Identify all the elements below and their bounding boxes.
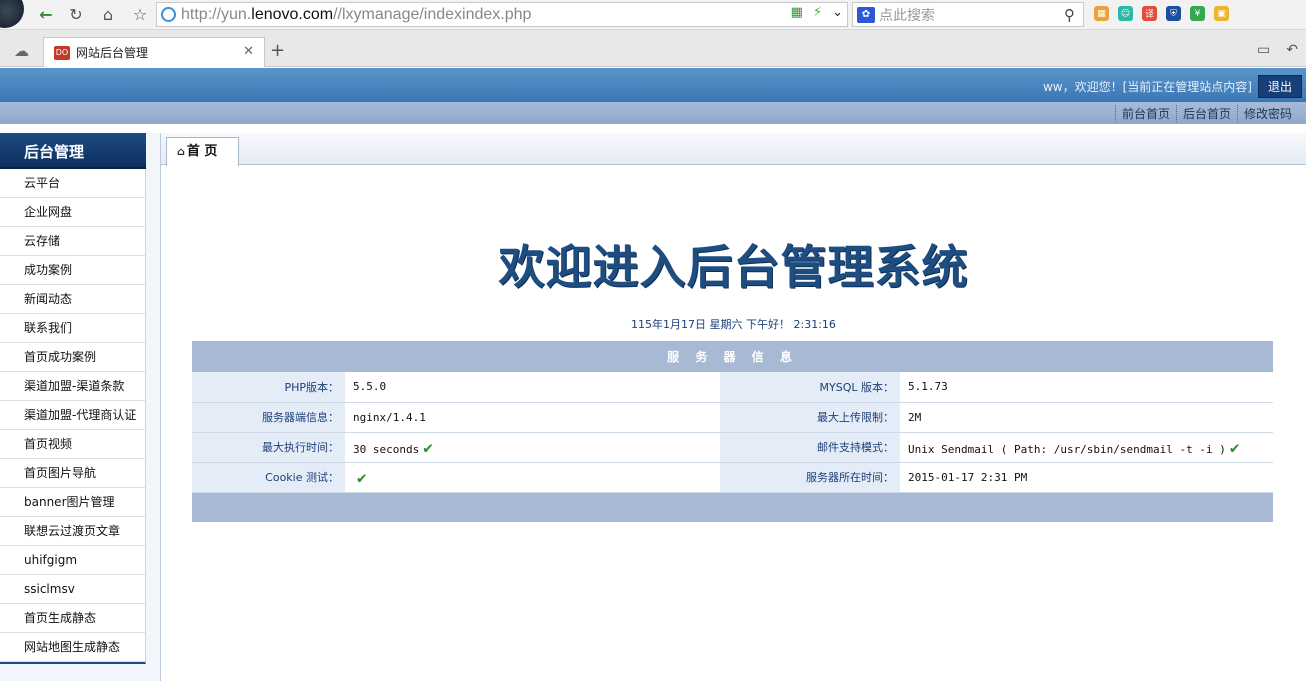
sidebar-item-uhifgigm[interactable]: uhifgigm — [0, 546, 145, 575]
max-exec-time-label: 最大执行时间： — [192, 432, 345, 463]
sidebar-item-contact[interactable]: 联系我们 — [0, 314, 145, 343]
sidebar-item-home-video[interactable]: 首页视频 — [0, 430, 145, 459]
sidebar-item-sitemap-static[interactable]: 网站地图生成静态 — [0, 633, 145, 662]
server-time-label: 服务器所在时间： — [720, 462, 900, 493]
server-time-value: 2015-01-17 2:31 PM — [900, 462, 1273, 493]
tab-home[interactable]: ⌂ 首 页 — [166, 137, 239, 166]
sidebar-item-cloud-platform[interactable]: 云平台 — [0, 169, 145, 198]
nav-frontend-home[interactable]: 前台首页 — [1114, 105, 1176, 122]
max-exec-time-value: 30 seconds — [353, 442, 420, 456]
sidebar-item-ssiclmsv[interactable]: ssiclmsv — [0, 575, 145, 604]
sidebar-menu: 云平台 企业网盘 云存储 成功案例 新闻动态 联系我们 首页成功案例 渠道加盟-… — [0, 169, 146, 664]
url-path: //lxymanage/indexindex.php — [333, 5, 532, 23]
browser-tab-strip: ☁ DO 网站后台管理 ✕ + ▭ ↶ — [0, 30, 1306, 67]
server-software-value: nginx/1.4.1 — [345, 402, 720, 433]
cookie-test-cell: ✔ — [345, 462, 720, 493]
new-tab-plus-icon[interactable]: + — [270, 40, 285, 61]
php-version-label: PHP版本： — [192, 372, 345, 403]
sidebar: 后台管理 云平台 企业网盘 云存储 成功案例 新闻动态 联系我们 首页成功案例 … — [0, 133, 161, 681]
sidebar-item-channel-terms[interactable]: 渠道加盟-渠道条款 — [0, 372, 145, 401]
sidebar-item-enterprise-disk[interactable]: 企业网盘 — [0, 198, 145, 227]
sidebar-item-cloud-storage[interactable]: 云存储 — [0, 227, 145, 256]
search-placeholder[interactable]: 点此搜索 — [879, 5, 935, 25]
undo-close-icon[interactable]: ↶ — [1286, 42, 1298, 58]
server-info-title: 服 务 器 信 息 — [192, 341, 1273, 372]
apps-grid-icon[interactable]: ▦ — [1094, 6, 1109, 21]
mail-mode-label: 邮件支持模式： — [720, 432, 900, 463]
bookmark-star-icon[interactable]: ☆ — [128, 3, 152, 25]
max-exec-time-cell: 30 seconds ✔ — [345, 432, 720, 463]
refresh-icon[interactable]: ↻ — [64, 3, 88, 25]
cloud-icon[interactable]: ☁ — [14, 42, 29, 60]
yuan-icon[interactable]: ¥ — [1190, 6, 1205, 21]
cookie-test-label: Cookie 测试： — [192, 462, 345, 493]
extension-face-icon[interactable]: ☺ — [1118, 6, 1133, 21]
mail-mode-cell: Unix Sendmail ( Path: /usr/sbin/sendmail… — [900, 432, 1273, 463]
browser-toolbar: ← ↻ ⌂ ☆ http://yun.lenovo.com//lxymanage… — [0, 0, 1306, 30]
url-prefix: http://yun. — [181, 5, 252, 23]
search-icon[interactable]: ⚲ — [1064, 6, 1075, 24]
chevron-down-icon[interactable]: ⌄ — [832, 5, 843, 20]
favicon-icon: DO — [54, 45, 70, 60]
sidebar-item-agent-cert[interactable]: 渠道加盟-代理商认证 — [0, 401, 145, 430]
checkmark-icon: ✔ — [423, 437, 433, 457]
home-icon[interactable]: ⌂ — [96, 3, 120, 25]
main-content: ⌂ 首 页 欢迎进入后台管理系统 115年1月17日 星期六 下午好！ 2:31:… — [161, 133, 1306, 681]
baidu-paw-icon[interactable]: ✿ — [857, 6, 875, 23]
server-info-table: 服 务 器 信 息 PHP版本： 5.5.0 MYSQL 版本： 5.1.73 … — [192, 341, 1273, 522]
address-bar[interactable]: http://yun.lenovo.com//lxymanage/indexin… — [156, 2, 848, 27]
shield-icon[interactable]: ⛨ — [1166, 6, 1181, 21]
nav-backend-home[interactable]: 后台首页 — [1175, 105, 1237, 122]
table-row: 服务器端信息： nginx/1.4.1 最大上传限制： 2M — [192, 402, 1273, 433]
site-header: ww，欢迎您！[当前正在管理站点内容] 退出 — [0, 68, 1306, 102]
mysql-version-label: MYSQL 版本： — [720, 372, 900, 403]
tab-title: 网站后台管理 — [76, 46, 149, 60]
content-tab-strip: ⌂ 首 页 — [161, 133, 1306, 166]
table-footer — [192, 492, 1273, 522]
logout-button[interactable]: 退出 — [1257, 75, 1302, 98]
close-icon[interactable]: ✕ — [243, 44, 254, 59]
browser-tab[interactable]: DO 网站后台管理 ✕ — [43, 37, 265, 67]
site-info-icon — [161, 7, 176, 22]
sidebar-item-home-static[interactable]: 首页生成静态 — [0, 604, 145, 633]
extension-box-icon[interactable]: ▣ — [1214, 6, 1229, 21]
welcome-text: ww，欢迎您！[当前正在管理站点内容] — [1042, 80, 1252, 94]
sidebar-item-home-cases[interactable]: 首页成功案例 — [0, 343, 145, 372]
top-nav-bar: 前台首页 后台首页 修改密码 — [0, 102, 1306, 124]
mysql-version-value: 5.1.73 — [900, 372, 1273, 403]
upload-limit-label: 最大上传限制： — [720, 402, 900, 433]
browser-logo-icon — [0, 0, 24, 28]
sidebar-title: 后台管理 — [0, 133, 146, 169]
mail-mode-value: Unix Sendmail ( Path: /usr/sbin/sendmail… — [908, 442, 1226, 456]
sidebar-item-image-nav[interactable]: 首页图片导航 — [0, 459, 145, 488]
qr-code-icon[interactable]: ▦ — [791, 5, 803, 20]
table-row: PHP版本： 5.5.0 MYSQL 版本： 5.1.73 — [192, 372, 1273, 403]
server-software-label: 服务器端信息： — [192, 402, 345, 433]
tab-home-label: 首 页 — [186, 144, 218, 159]
sidebar-item-transition-articles[interactable]: 联想云过渡页文章 — [0, 517, 145, 546]
checkmark-icon: ✔ — [357, 467, 367, 487]
back-arrow-icon[interactable]: ← — [34, 3, 58, 25]
upload-limit-value: 2M — [900, 402, 1273, 433]
url-text[interactable]: http://yun.lenovo.com//lxymanage/indexin… — [181, 6, 531, 24]
search-box[interactable]: ✿ 点此搜索 ⚲ — [852, 2, 1084, 27]
table-row: 最大执行时间： 30 seconds ✔ 邮件支持模式： Unix Sendmai… — [192, 432, 1273, 463]
sidebar-item-news[interactable]: 新闻动态 — [0, 285, 145, 314]
checkmark-icon: ✔ — [1229, 437, 1240, 457]
header-gap — [0, 124, 1306, 132]
sidebar-item-success-cases[interactable]: 成功案例 — [0, 256, 145, 285]
sidebar-item-banner[interactable]: banner图片管理 — [0, 488, 145, 517]
url-host: lenovo.com — [251, 5, 334, 23]
table-row: Cookie 测试： ✔ 服务器所在时间： 2015-01-17 2:31 PM — [192, 462, 1273, 493]
page-title: 欢迎进入后台管理系统 — [498, 240, 969, 294]
tab-list-icon[interactable]: ▭ — [1257, 42, 1270, 58]
current-datetime: 115年1月17日 星期六 下午好！ 2:31:16 — [631, 318, 836, 331]
nav-change-password[interactable]: 修改密码 — [1236, 105, 1298, 122]
php-version-value: 5.5.0 — [345, 372, 720, 403]
extension-translate-icon[interactable]: 译 — [1142, 6, 1157, 21]
lightning-icon[interactable]: ⚡ — [813, 5, 822, 20]
home-icon: ⌂ — [177, 145, 185, 158]
